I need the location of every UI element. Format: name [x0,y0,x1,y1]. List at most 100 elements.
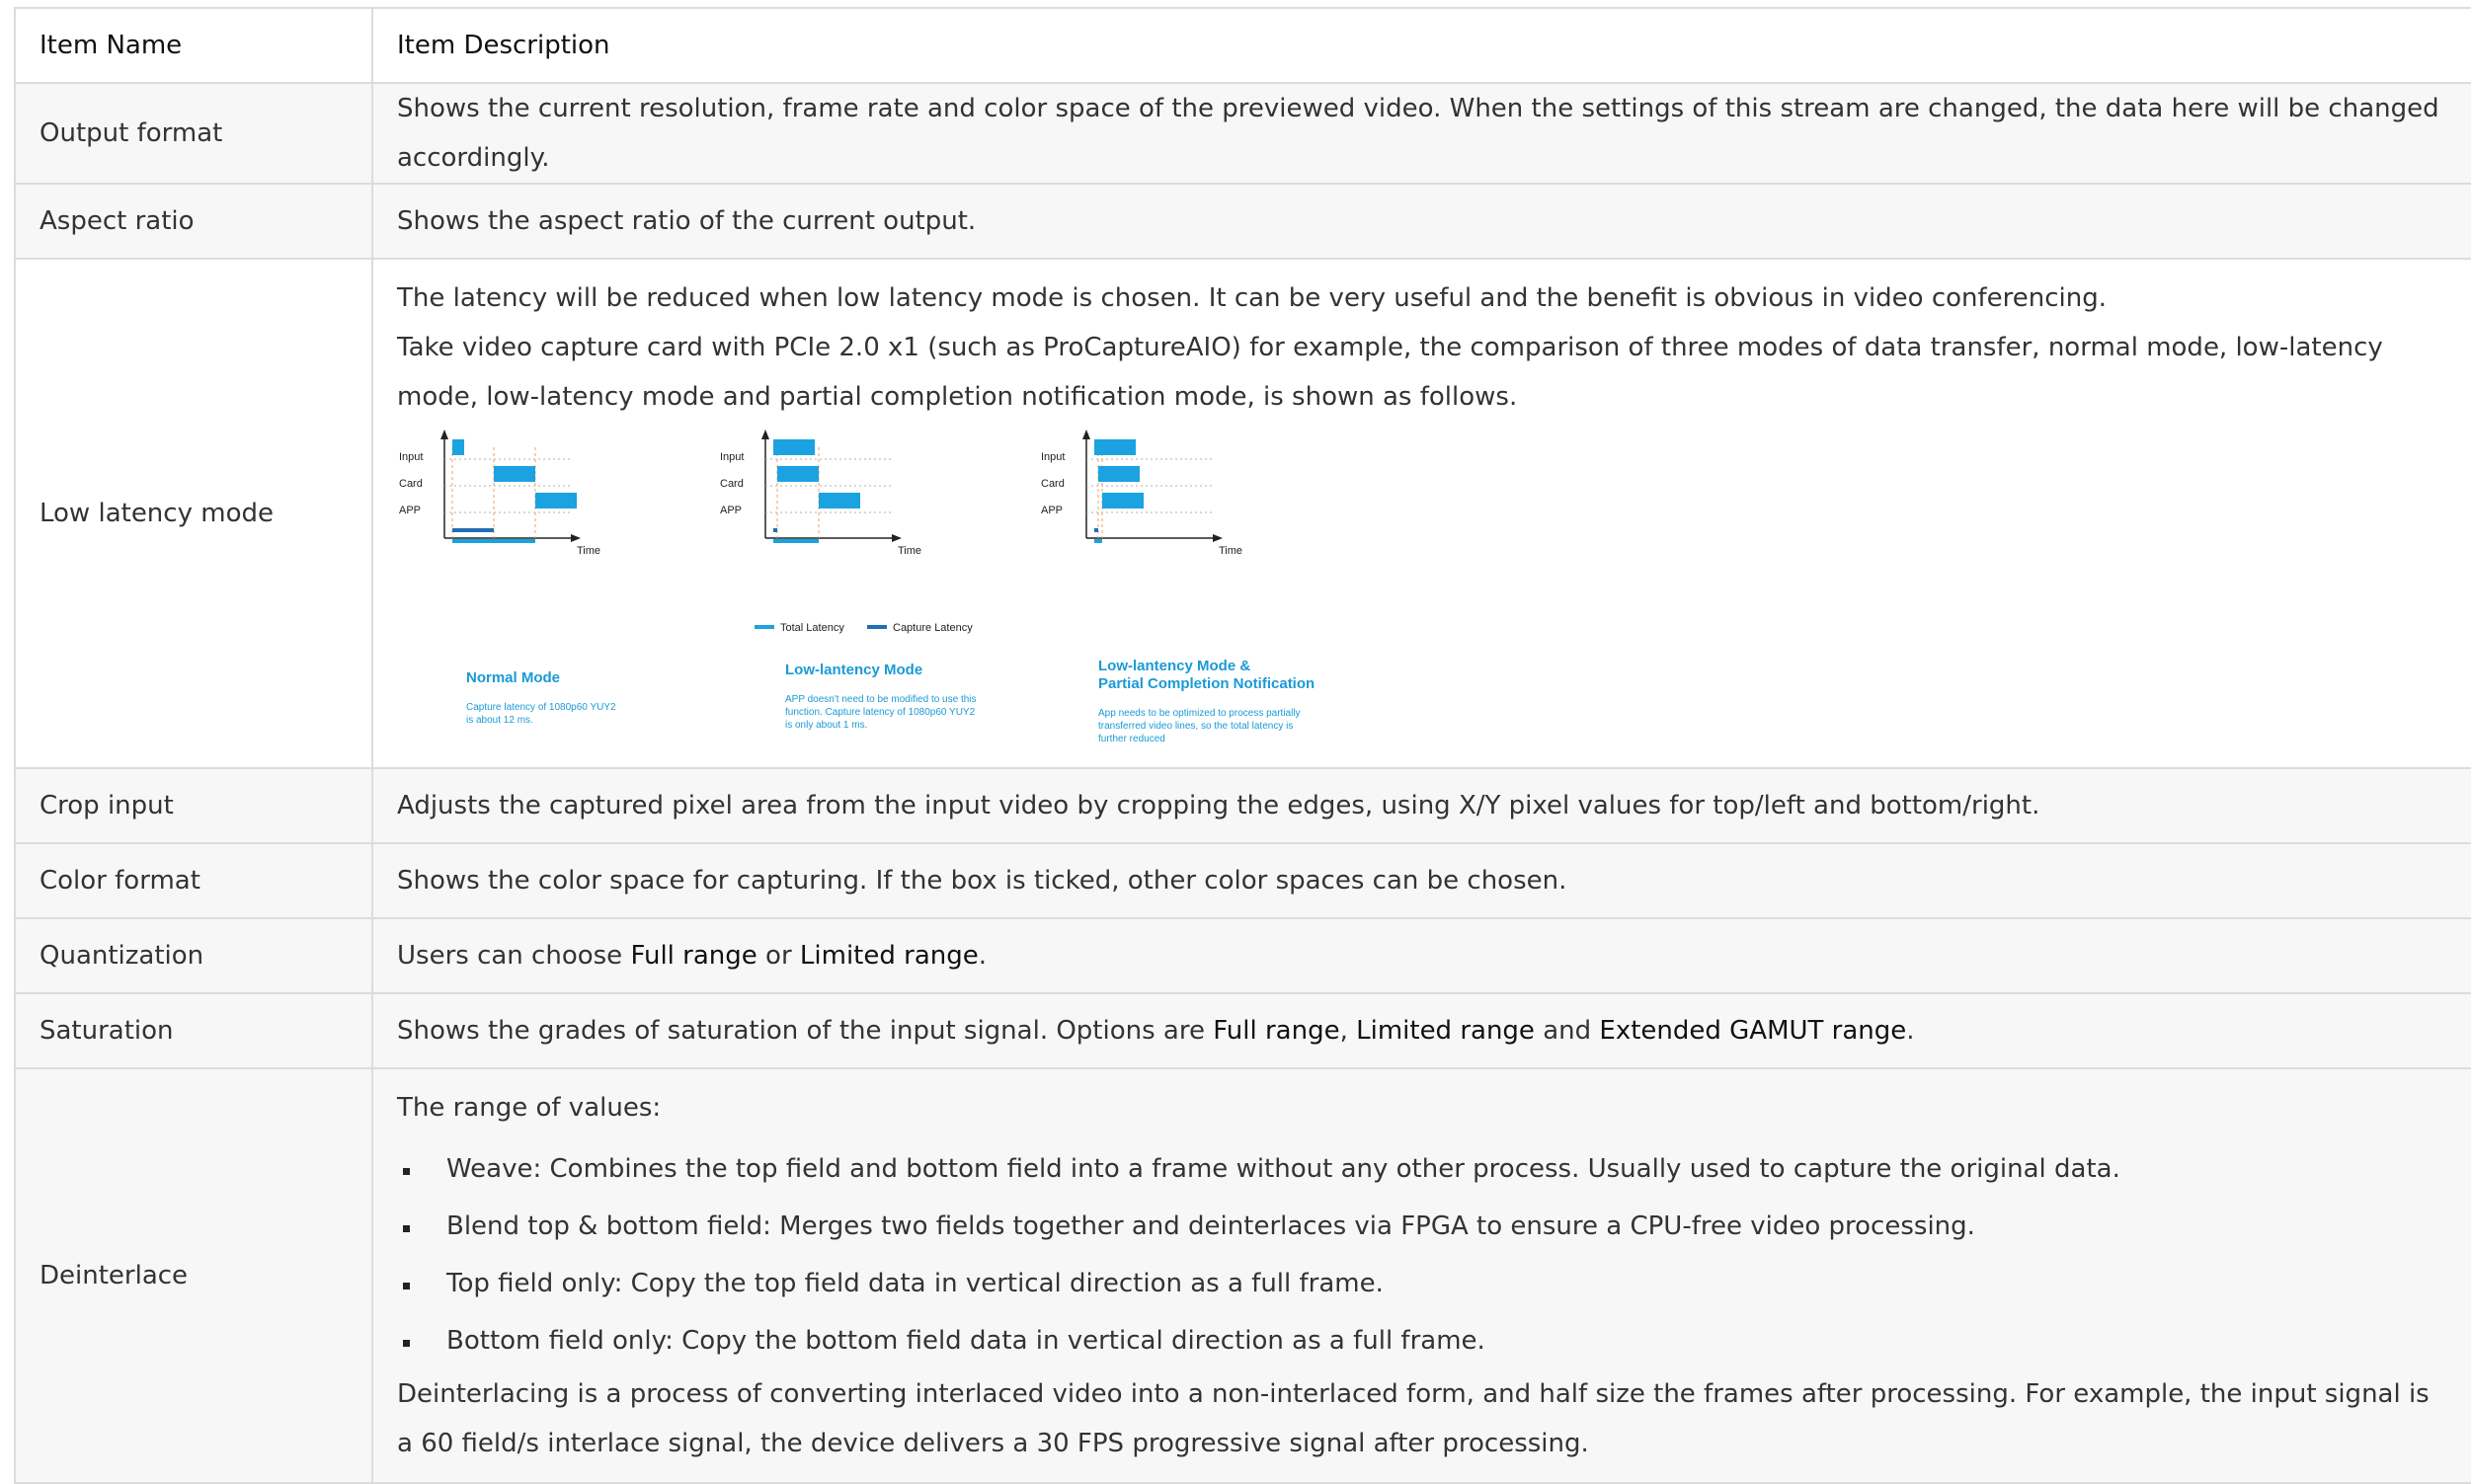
list-item-text: Top field only: Copy the top field data … [446,1269,1384,1298]
item-description: Shows the current resolution, frame rate… [371,82,2471,185]
table-row-crop-input: Crop input Adjusts the captured pixel ar… [14,767,2471,844]
list-item: Bottom field only: Copy the bottom field… [397,1312,2447,1369]
item-name: Color format [14,842,372,919]
total-latency-bar [773,539,819,543]
option-full-range: Full range [630,941,757,971]
mode-note: transferred video lines, so the total la… [1098,721,1293,732]
legend-capture-label: Capture Latency [893,622,973,634]
axis-row-label: Input [1041,451,1065,463]
item-description: The latency will be reduced when low lat… [371,258,2471,769]
x-axis-arrow-icon [1213,534,1223,542]
table-row-deinterlace: Deinterlace The range of values: Weave: … [14,1067,2471,1484]
option-extended-gamut-range: Extended GAMUT range [1599,1016,1907,1046]
total-latency-bar [1094,539,1102,543]
option-limited-range: Limited range [799,941,979,971]
item-name: Aspect ratio [14,183,372,260]
deinterlace-explanation: Deinterlacing is a process of converting… [397,1379,2430,1458]
axis-row-label: Input [399,451,423,463]
y-axis-arrow-icon [761,430,769,439]
settings-table: Item Name Item Description Output format… [14,7,2471,1484]
y-axis-arrow-icon [440,430,448,439]
list-item: Weave: Combines the top field and bottom… [397,1140,2447,1198]
transfer-block [819,493,860,508]
list-item: Top field only: Copy the top field data … [397,1255,2447,1312]
axis-row-label: APP [399,505,421,516]
time-axis-label: Time [898,545,921,557]
mode-note: function. Capture latency of 1080p60 YUY… [785,707,976,718]
item-description: Users can choose Full range or Limited r… [371,917,2471,994]
mode-note: App needs to be optimized to process par… [1098,708,1301,719]
table-row-quantization: Quantization Users can choose Full range… [14,917,2471,994]
table-row-saturation: Saturation Shows the grades of saturatio… [14,992,2471,1069]
list-item-text: Bottom field only: Copy the bottom field… [446,1326,1485,1356]
header-item-description: Item Description [371,7,2471,84]
transfer-block [773,439,815,455]
bullet-square-icon [403,1340,410,1347]
table-header-row: Item Name Item Description [14,7,2471,84]
option-limited-range: Limited range [1356,1016,1535,1046]
table-row-aspect-ratio: Aspect ratio Shows the aspect ratio of t… [14,183,2471,260]
bullet-square-icon [403,1225,410,1232]
item-name: Quantization [14,917,372,994]
table-row-output-format: Output format Shows the current resoluti… [14,82,2471,185]
item-description: Shows the color space for capturing. If … [371,842,2471,919]
capture-latency-bar [1094,528,1098,532]
deinterlace-intro: The range of values: [397,1093,662,1123]
list-item-text: Blend top & bottom field: Merges two fie… [446,1211,1975,1241]
quantization-text-post: . [978,941,987,971]
legend-total-label: Total Latency [780,622,844,634]
axis-row-label: APP [1041,505,1063,516]
saturation-sep-2: and [1534,1016,1600,1046]
table-row-low-latency-mode: Low latency mode The latency will be red… [14,258,2471,769]
mode-title: Normal Mode [466,669,560,686]
saturation-text-pre: Shows the grades of saturation of the in… [397,1016,1214,1046]
item-description: Adjusts the captured pixel area from the… [371,767,2471,844]
latency-comparison-figure: Input Card APP Time Normal Mode Capture laten… [399,430,1315,744]
transfer-block [535,493,577,508]
mode-title: Low-lantency Mode & [1098,658,1250,674]
transfer-block [494,466,535,482]
mode-note: APP doesn't need to be modified to use t… [785,694,977,705]
mode-title: Partial Completion Notification [1098,675,1315,692]
saturation-text-post: . [1906,1016,1915,1046]
item-description: Shows the aspect ratio of the current ou… [371,183,2471,260]
time-axis-label: Time [577,545,600,557]
x-axis-arrow-icon [892,534,902,542]
low-latency-paragraph-1: The latency will be reduced when low lat… [397,283,2108,313]
item-description: The range of values: Weave: Combines the… [371,1067,2471,1484]
deinterlace-options-list: Weave: Combines the top field and bottom… [397,1140,2447,1369]
bullet-square-icon [403,1168,410,1175]
axis-row-label: Input [720,451,744,463]
item-name: Saturation [14,992,372,1069]
time-axis-label: Time [1219,545,1242,557]
capture-latency-bar [773,528,777,532]
item-name: Low latency mode [14,258,372,769]
capture-latency-bar [452,528,494,532]
axis-row-label: Card [399,478,423,490]
axis-row-label: Card [720,478,744,490]
transfer-block [1094,439,1136,455]
mode-note: Capture latency of 1080p60 YUY2 [466,702,616,713]
mode-note: is only about 1 ms. [785,720,867,731]
option-full-range: Full range [1213,1016,1340,1046]
table-row-color-format: Color format Shows the color space for c… [14,842,2471,919]
transfer-block [1102,493,1144,508]
low-latency-paragraph-2: Take video capture card with PCIe 2.0 x1… [397,333,2383,412]
transfer-block [777,466,819,482]
header-item-name: Item Name [14,7,372,84]
mode-note: is about 12 ms. [466,715,533,726]
quantization-text-mid: or [757,941,800,971]
item-name: Output format [14,82,372,185]
axis-row-label: Card [1041,478,1065,490]
transfer-block [1098,466,1140,482]
mode-note: further reduced [1098,734,1165,744]
mode-title: Low-lantency Mode [785,662,922,678]
axis-row-label: APP [720,505,742,516]
saturation-sep-1: , [1339,1016,1357,1046]
list-item-text: Weave: Combines the top field and bottom… [446,1154,2120,1184]
item-description: Shows the grades of saturation of the in… [371,992,2471,1069]
item-name: Deinterlace [14,1067,372,1484]
transfer-block [452,439,464,455]
total-latency-bar [452,539,535,543]
list-item: Blend top & bottom field: Merges two fie… [397,1198,2447,1255]
